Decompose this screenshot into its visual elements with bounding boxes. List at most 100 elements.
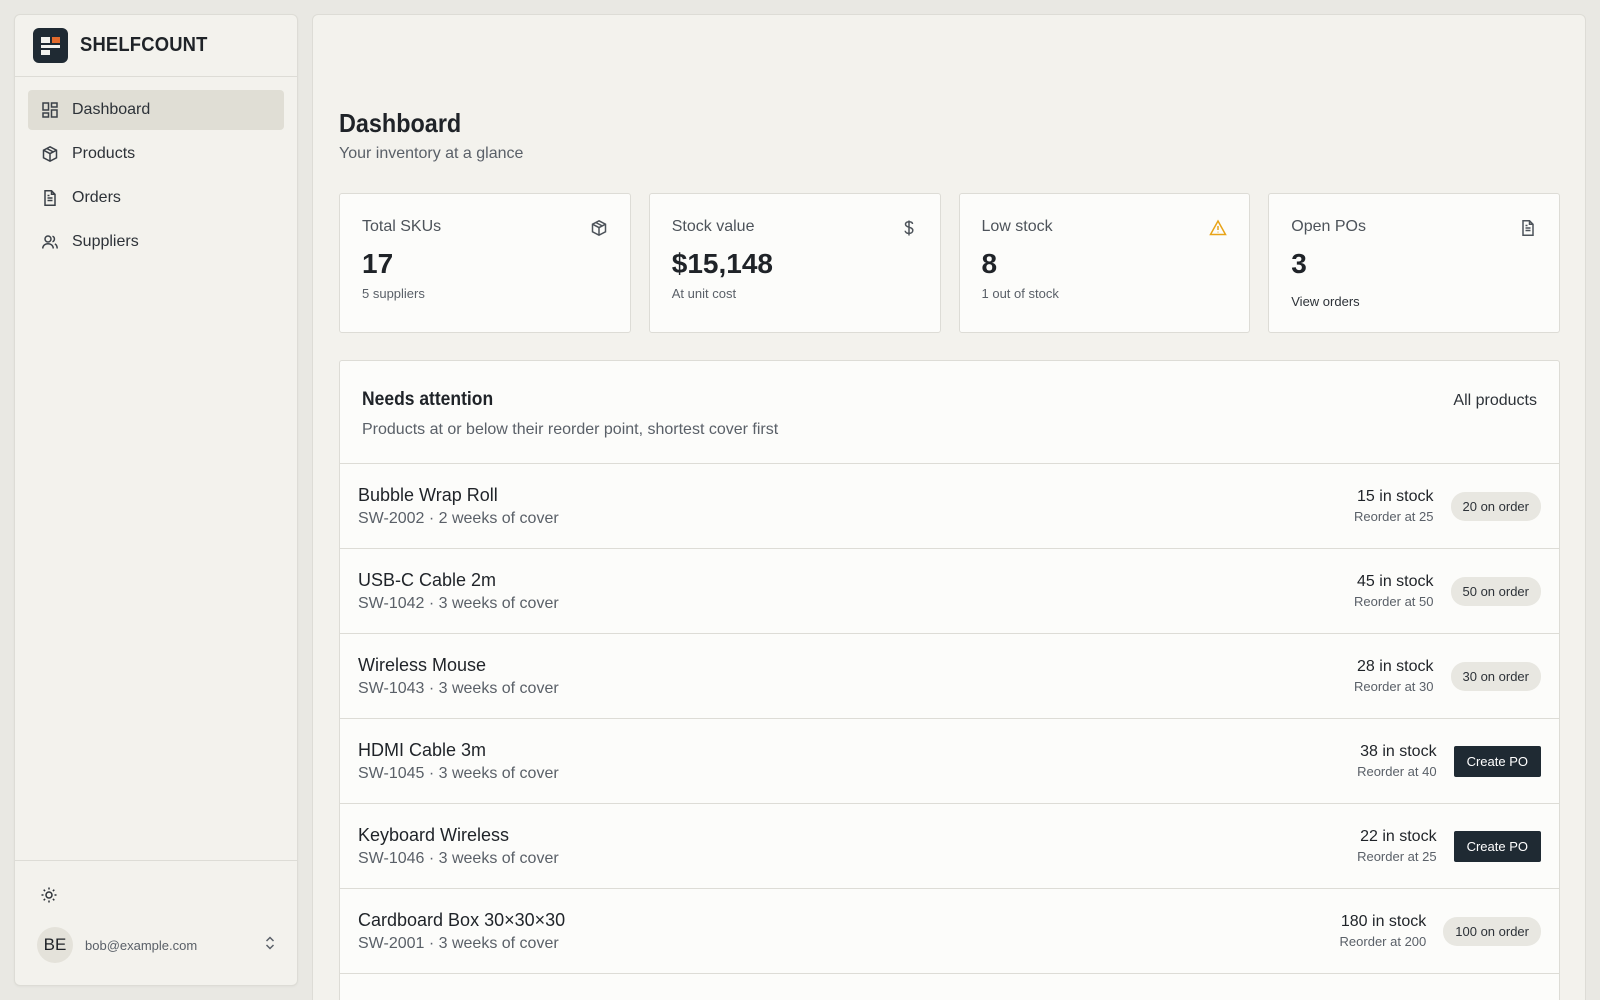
stock-info: 22 in stock Reorder at 25	[1357, 828, 1437, 864]
sidebar-item-products[interactable]: Products	[28, 134, 284, 174]
grid-icon	[42, 102, 58, 118]
stat-value: $15,148	[671, 248, 773, 279]
stat-value: 3	[1291, 248, 1307, 279]
product-meta: SW-2002 · 2 weeks of cover	[358, 510, 559, 527]
product-meta: SW-1042 · 3 weeks of cover	[358, 595, 559, 612]
warning-icon	[1209, 219, 1228, 237]
product-name: USB-C Cable 2m	[358, 570, 497, 590]
stock-quantity: 22 in stock	[1360, 828, 1437, 845]
list-item[interactable]: Keyboard Wireless SW-1046 · 3 weeks of c…	[340, 804, 1559, 889]
stock-quantity: 28 in stock	[1357, 658, 1434, 675]
reorder-point: Reorder at 200	[1339, 934, 1427, 949]
document-icon	[1519, 219, 1537, 237]
stat-sub: 5 suppliers	[362, 286, 425, 301]
stock-quantity: 45 in stock	[1357, 573, 1434, 590]
create-po-button[interactable]: Create PO	[1453, 830, 1541, 862]
users-icon	[42, 235, 58, 249]
main-content: Dashboard Your inventory at a glance Tot…	[312, 14, 1586, 1000]
box-icon	[590, 219, 608, 237]
stat-label: Total SKUs	[362, 218, 442, 235]
product-name: Cardboard Box 30×30×30	[358, 910, 566, 930]
stat-card-low-stock: Low stock 8 1 out of stock	[958, 193, 1251, 333]
row-status: 180 in stock Reorder at 200 100 on order	[1340, 889, 1541, 973]
stat-label: Low stock	[981, 218, 1053, 235]
list-item[interactable]: Wireless Mouse SW-1043 · 3 weeks of cove…	[340, 634, 1559, 719]
theme-toggle-button[interactable]	[37, 883, 61, 907]
brand[interactable]: SHELFCOUNT	[15, 15, 297, 77]
sidebar-item-suppliers[interactable]: Suppliers	[28, 222, 284, 262]
stats-row: Total SKUs 17 5 suppliers Stock value $1…	[339, 193, 1560, 333]
reorder-point: Reorder at 40	[1357, 764, 1437, 779]
row-status: 15 in stock Reorder at 25 20 on order	[1354, 464, 1541, 548]
sidebar: SHELFCOUNT Dashboard Products Orders Sup…	[14, 14, 298, 986]
row-status: 45 in stock Reorder at 50 50 on order	[1354, 549, 1541, 633]
on-order-badge: 20 on order	[1450, 491, 1541, 521]
sidebar-nav: Dashboard Products Orders Suppliers	[15, 77, 297, 262]
shelfcount-logo-icon	[33, 28, 68, 63]
page-title: Dashboard	[339, 108, 462, 138]
chevron-up-down-icon	[263, 934, 277, 957]
needs-attention-panel: Needs attention Products at or below the…	[339, 360, 1560, 1000]
stock-quantity: 180 in stock	[1340, 913, 1427, 930]
product-name: Keyboard Wireless	[358, 825, 510, 845]
stat-card-open-pos: Open POs 3 View orders	[1268, 193, 1560, 333]
panel-subtitle: Products at or below their reorder point…	[362, 421, 779, 438]
row-status: 28 in stock Reorder at 30 30 on order	[1354, 634, 1541, 718]
list-item[interactable]: USB-C Cable 2m SW-1042 · 3 weeks of cove…	[340, 549, 1559, 634]
reorder-point: Reorder at 30	[1354, 679, 1434, 694]
page-subtitle: Your inventory at a glance	[339, 145, 524, 162]
list-item[interactable]: HDMI Cable 3m SW-1045 · 3 weeks of cover…	[340, 719, 1559, 804]
on-order-badge: 100 on order	[1443, 916, 1541, 946]
stock-info: 28 in stock Reorder at 30	[1354, 658, 1434, 694]
sidebar-item-label: Orders	[72, 189, 121, 206]
avatar: BE	[37, 927, 73, 963]
sidebar-footer: BE bob@example.com	[15, 860, 297, 985]
stat-sub: 1 out of stock	[981, 286, 1059, 301]
brand-name: SHELFCOUNT	[80, 34, 208, 56]
sun-icon	[41, 887, 57, 903]
stat-value: 17	[362, 248, 394, 279]
product-name: Wireless Mouse	[358, 655, 487, 675]
create-po-button[interactable]: Create PO	[1453, 745, 1541, 777]
list-item[interactable]: Cardboard Box 30×30×30 SW-2001 · 3 weeks…	[340, 889, 1559, 974]
view-orders-link[interactable]: View orders	[1291, 294, 1359, 309]
sidebar-item-label: Suppliers	[72, 233, 139, 250]
all-products-link[interactable]: All products	[1453, 392, 1537, 410]
panel-title: Needs attention	[362, 389, 494, 410]
on-order-badge: 50 on order	[1450, 576, 1541, 606]
reorder-point: Reorder at 25	[1354, 509, 1434, 524]
user-menu[interactable]: BE bob@example.com	[37, 927, 277, 963]
reorder-point: Reorder at 25	[1357, 849, 1437, 864]
stock-info: 180 in stock Reorder at 200	[1340, 913, 1427, 949]
product-name: Bubble Wrap Roll	[358, 485, 498, 505]
sidebar-item-orders[interactable]: Orders	[28, 178, 284, 218]
sidebar-item-dashboard[interactable]: Dashboard	[28, 90, 284, 130]
row-status: 38 in stock Reorder at 40 Create PO	[1357, 719, 1541, 803]
sidebar-item-label: Dashboard	[72, 101, 151, 118]
product-meta: SW-2001 · 3 weeks of cover	[358, 935, 559, 952]
product-meta: SW-1043 · 3 weeks of cover	[358, 680, 559, 697]
stat-sub: At unit cost	[671, 286, 737, 301]
stat-card-total-skus: Total SKUs 17 5 suppliers	[339, 193, 631, 333]
document-icon	[44, 190, 56, 206]
stock-info: 45 in stock Reorder at 50	[1354, 573, 1434, 609]
product-meta: SW-1045 · 3 weeks of cover	[358, 765, 559, 782]
product-name: HDMI Cable 3m	[358, 740, 487, 760]
reorder-point: Reorder at 50	[1354, 594, 1434, 609]
user-email: bob@example.com	[85, 937, 198, 953]
stat-label: Stock value	[671, 218, 755, 235]
stat-card-stock-value: Stock value $15,148 At unit cost	[648, 193, 941, 333]
sidebar-item-label: Products	[72, 145, 136, 162]
stock-info: 15 in stock Reorder at 25	[1354, 488, 1434, 524]
stat-label: Open POs	[1291, 218, 1366, 235]
row-status: 22 in stock Reorder at 25 Create PO	[1357, 804, 1541, 888]
product-meta: SW-1046 · 3 weeks of cover	[358, 850, 559, 867]
stat-value: 8	[981, 248, 998, 279]
stock-quantity: 15 in stock	[1357, 488, 1434, 505]
stock-info: 38 in stock Reorder at 40	[1357, 743, 1437, 779]
box-icon	[42, 145, 58, 163]
stock-quantity: 38 in stock	[1360, 743, 1437, 760]
dollar-icon	[900, 219, 918, 237]
list-item[interactable]: Bubble Wrap Roll SW-2002 · 2 weeks of co…	[340, 464, 1559, 549]
panel-header: Needs attention Products at or below the…	[340, 361, 1559, 464]
